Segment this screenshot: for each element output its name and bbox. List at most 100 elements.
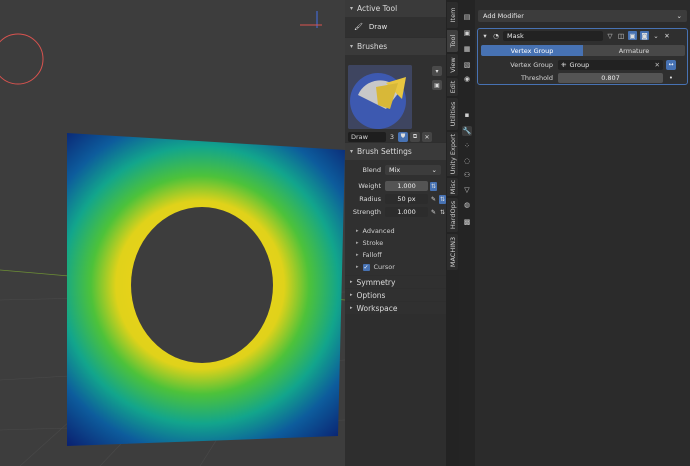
mode-armature-button[interactable]: Armature [583, 45, 685, 56]
cursor-checkbox[interactable]: ✓ [362, 263, 370, 271]
tab-hardops[interactable]: HardOps [447, 198, 458, 232]
mask-modifier-panel: ▾ ◔ Mask ▽ ◫ ▣ ◙ ⌄ ✕ Vertex Group Armatu… [477, 28, 688, 85]
chevron-right-icon: ▸ [350, 305, 353, 311]
tab-item[interactable]: Item [447, 2, 458, 28]
draw-brush-icon: 🖌 [354, 23, 363, 31]
active-tool-header[interactable]: ▾ Active Tool [345, 0, 446, 17]
weight-pressure-icon[interactable]: ⇅ [430, 181, 437, 191]
vertex-group-row: Vertex Group ⁜ Group ✕ ↔ [478, 59, 687, 70]
chevron-right-icon: ▸ [350, 279, 353, 285]
chevron-right-icon: ▸ [356, 228, 359, 234]
brush-selector: ▾ ▣ Draw 3 ⛊ ⧉ ✕ [345, 55, 446, 142]
vertex-group-icon: ⁜ [561, 60, 567, 69]
fake-user-shield-icon[interactable]: ⛊ [398, 132, 408, 142]
keyframe-dot-icon[interactable]: • [666, 74, 676, 82]
weight-slider[interactable]: 1.000 [385, 181, 428, 191]
brush-side-buttons: ▾ ▣ [432, 66, 442, 90]
brush-cursor-circle [0, 33, 44, 85]
render-camera-icon[interactable]: ◙ [640, 31, 649, 40]
chevron-right-icon: ▸ [356, 252, 359, 258]
tab-edit[interactable]: Edit [447, 78, 458, 96]
brush-settings-header[interactable]: ▾ Brush Settings [345, 143, 446, 160]
physics-icon[interactable]: ◌ [462, 156, 472, 166]
constraints-icon[interactable]: ⚇ [462, 170, 472, 180]
mask-hole [131, 207, 273, 363]
remove-modifier-icon[interactable]: ✕ [663, 32, 671, 40]
strength-pen-icon[interactable]: ✎ [430, 208, 437, 217]
unlink-brush-icon[interactable]: ✕ [422, 132, 432, 142]
properties-tabs: ▤ ▣ ▦ ▧ ◉ ▪ 🔧 ⁘ ◌ ⚇ ▽ ◍ ▩ [459, 0, 475, 466]
3d-viewport[interactable] [0, 0, 345, 466]
brushes-header[interactable]: ▾ Brushes [345, 38, 446, 55]
properties-editor: Add Modifier ⌄ ▾ ◔ Mask ▽ ◫ ▣ ◙ ⌄ ✕ Vert… [475, 0, 690, 466]
weight-row: Weight 1.000 ⇅ [358, 181, 437, 191]
object-icon[interactable]: ▪ [462, 110, 472, 120]
options-panel[interactable]: ▸ Options [345, 289, 446, 301]
add-modifier-dropdown[interactable]: Add Modifier ⌄ [478, 10, 687, 22]
subpanel-falloff[interactable]: ▸ Falloff [345, 249, 446, 261]
panel-expand-icon: ▾ [350, 43, 354, 50]
threshold-slider[interactable]: 0.807 [558, 72, 663, 83]
viewport-canvas [0, 11, 345, 466]
invert-arrows-icon[interactable]: ↔ [666, 59, 676, 70]
threshold-row: Threshold 0.807 • [478, 72, 687, 83]
tab-tool[interactable]: Tool [447, 30, 458, 52]
tab-machin3[interactable]: MACHIN3 [447, 234, 458, 270]
subpanel-stroke[interactable]: ▸ Stroke [345, 237, 446, 249]
edit-mode-icon[interactable]: ◫ [617, 32, 625, 40]
brush-user-count: 3 [389, 133, 395, 141]
view-layer-icon[interactable]: ▧ [462, 60, 472, 70]
data-icon[interactable]: ▽ [462, 185, 472, 195]
material-icon[interactable]: ◍ [462, 200, 472, 210]
realtime-display-icon[interactable]: ▣ [628, 31, 637, 40]
radius-field[interactable]: 50 px [385, 194, 428, 204]
radius-pen-icon[interactable]: ✎ [430, 195, 437, 204]
tab-utilities[interactable]: Utilities [447, 98, 458, 130]
workspace-panel[interactable]: ▸ Workspace [345, 302, 446, 314]
modifier-name-field[interactable]: Mask [503, 30, 603, 41]
chevron-right-icon: ▸ [356, 264, 359, 270]
brush-thumbnail[interactable] [348, 65, 412, 129]
blend-dropdown[interactable]: Mix ⌄ [385, 165, 441, 175]
brush-preview-image [348, 65, 412, 129]
tool-settings-icon[interactable]: ▤ [462, 12, 472, 22]
radius-row: Radius 50 px ✎ ⇅ [359, 194, 446, 204]
modifier-wrench-icon[interactable]: 🔧 [462, 126, 472, 136]
chevron-down-icon: ⌄ [676, 12, 682, 20]
chevron-down-icon: ⌄ [431, 166, 437, 174]
chevron-right-icon: ▸ [350, 292, 353, 298]
vertex-group-field[interactable]: ⁜ Group ✕ [558, 59, 663, 70]
mode-vertex-group-button[interactable]: Vertex Group [481, 45, 583, 56]
panel-expand-icon: ▾ [350, 5, 354, 12]
particles-icon[interactable]: ⁘ [462, 141, 472, 151]
brush-image-icon[interactable]: ▣ [432, 80, 442, 90]
tab-view[interactable]: View [447, 54, 458, 76]
strength-row: Strength 1.000 ✎ ⇅ [352, 207, 446, 217]
strength-field[interactable]: 1.000 [385, 207, 428, 217]
duplicate-brush-icon[interactable]: ⧉ [410, 132, 420, 142]
clear-field-icon[interactable]: ✕ [655, 61, 660, 69]
active-tool-row[interactable]: 🖌 Draw [345, 17, 446, 37]
modifier-header: ▾ ◔ Mask ▽ ◫ ▣ ◙ ⌄ ✕ [478, 29, 687, 42]
symmetry-panel[interactable]: ▸ Symmetry [345, 276, 446, 288]
world-icon[interactable]: ◉ [462, 74, 472, 84]
brush-settings-body: Blend Mix ⌄ Weight 1.000 ⇅ Radius 50 px … [345, 160, 446, 275]
radius-pressure-icon[interactable]: ⇅ [439, 194, 446, 204]
mask-mode-toggle: Vertex Group Armature [481, 45, 685, 56]
subpanel-advanced[interactable]: ▸ Advanced [345, 225, 446, 237]
texture-icon[interactable]: ▩ [462, 217, 472, 227]
3d-cursor-icon [300, 11, 322, 28]
blender-window: ▾ Active Tool 🖌 Draw ▾ Brushes ▾ ▣ Draw … [0, 0, 690, 466]
strength-pressure-icon[interactable]: ⇅ [439, 208, 446, 217]
brush-name-row: Draw 3 ⛊ ⧉ ✕ [348, 132, 432, 142]
subpanel-cursor[interactable]: ▸ ✓ Cursor [345, 261, 446, 273]
brush-list-dropdown-icon[interactable]: ▾ [432, 66, 442, 76]
output-icon[interactable]: ▦ [462, 44, 472, 54]
tab-unity-export[interactable]: Unity Export [447, 132, 458, 176]
render-icon[interactable]: ▣ [462, 28, 472, 38]
brush-name-field[interactable]: Draw [348, 132, 386, 142]
modifier-menu-chevron-icon[interactable]: ⌄ [652, 32, 660, 40]
tab-misc[interactable]: Misc [447, 178, 458, 196]
on-cage-icon[interactable]: ▽ [606, 32, 614, 40]
collapse-chevron-icon[interactable]: ▾ [481, 32, 489, 40]
